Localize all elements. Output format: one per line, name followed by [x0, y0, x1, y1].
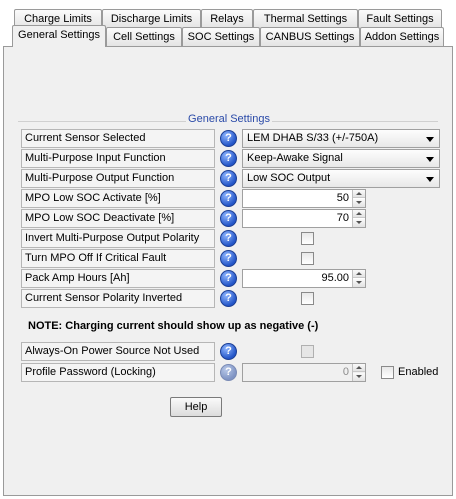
row-invert-mpo-polarity: Invert Multi-Purpose Output Polarity ? [4, 229, 454, 249]
current-sensor-dropdown[interactable]: LEM DHAB S/33 (+/-750A) [242, 129, 440, 148]
row-mpo-low-soc-activate: MPO Low SOC Activate [%] ? 50 [4, 189, 454, 209]
row-pack-amp-hours: Pack Amp Hours [Ah] ? 95.00 [4, 269, 454, 289]
dropdown-arrow-icon [426, 137, 434, 142]
mpi-function-dropdown[interactable]: Keep-Awake Signal [242, 149, 440, 168]
tab-general-settings[interactable]: General Settings [12, 25, 106, 47]
help-icon[interactable]: ? [220, 343, 237, 360]
spin-down-button[interactable] [353, 279, 365, 287]
settings-panel: General Settings Current Sensor Selected… [3, 46, 453, 496]
help-icon[interactable]: ? [220, 230, 237, 247]
tab-fault-settings[interactable]: Fault Settings [358, 9, 442, 28]
help-icon[interactable]: ? [220, 150, 237, 167]
spin-up-button[interactable] [353, 270, 365, 278]
group-title: General Settings [186, 113, 272, 125]
spin-down-button[interactable] [353, 373, 365, 381]
turn-mpo-off-label: Turn MPO Off If Critical Fault [21, 249, 215, 268]
spin-down-button[interactable] [353, 219, 365, 227]
spin-buttons [352, 210, 365, 227]
current-sensor-value: LEM DHAB S/33 (+/-750A) [247, 132, 379, 144]
mpo-low-soc-deactivate-value: 70 [336, 212, 349, 224]
help-icon[interactable]: ? [220, 250, 237, 267]
tab-strip: Charge Limits Discharge Limits Relays Th… [0, 0, 456, 47]
dropdown-arrow-icon [426, 177, 434, 182]
pack-amp-hours-spinbox[interactable]: 95.00 [242, 269, 366, 288]
current-sensor-label: Current Sensor Selected [21, 129, 215, 148]
help-icon[interactable]: ? [220, 130, 237, 147]
profile-password-value: 0 [342, 366, 349, 378]
mpi-function-value: Keep-Awake Signal [247, 152, 343, 164]
row-always-on-power: Always-On Power Source Not Used ? [4, 342, 454, 362]
always-on-power-checkbox[interactable] [301, 345, 314, 358]
mpo-low-soc-activate-spinbox[interactable]: 50 [242, 189, 366, 208]
help-icon[interactable]: ? [220, 364, 237, 381]
dropdown-arrow-icon [426, 157, 434, 162]
current-sensor-inverted-checkbox[interactable] [301, 292, 314, 305]
row-current-sensor-inverted: Current Sensor Polarity Inverted ? [4, 289, 454, 309]
tab-canbus-settings[interactable]: CANBUS Settings [260, 27, 360, 46]
invert-mpo-polarity-label: Invert Multi-Purpose Output Polarity [21, 229, 215, 248]
help-icon[interactable]: ? [220, 210, 237, 227]
always-on-power-label: Always-On Power Source Not Used [21, 342, 215, 361]
spin-up-button[interactable] [353, 210, 365, 218]
help-button[interactable]: Help [170, 397, 222, 417]
spin-buttons [352, 190, 365, 207]
password-enabled-label: Enabled [398, 366, 439, 378]
mpo-function-value: Low SOC Output [247, 172, 331, 184]
profile-password-label: Profile Password (Locking) [21, 363, 215, 382]
pack-amp-hours-value: 95.00 [321, 272, 349, 284]
tab-discharge-limits[interactable]: Discharge Limits [102, 9, 201, 28]
row-mpi-function: Multi-Purpose Input Function ? Keep-Awak… [4, 149, 454, 169]
row-profile-password: Profile Password (Locking) ? 0 Enabled [4, 363, 454, 383]
current-sensor-inverted-label: Current Sensor Polarity Inverted [21, 289, 215, 308]
spin-down-button[interactable] [353, 199, 365, 207]
invert-mpo-polarity-checkbox[interactable] [301, 232, 314, 245]
mpo-function-dropdown[interactable]: Low SOC Output [242, 169, 440, 188]
row-mpo-function: Multi-Purpose Output Function ? Low SOC … [4, 169, 454, 189]
mpo-function-label: Multi-Purpose Output Function [21, 169, 215, 188]
mpo-low-soc-deactivate-spinbox[interactable]: 70 [242, 209, 366, 228]
spin-buttons [352, 364, 365, 381]
spin-buttons [352, 270, 365, 287]
tab-cell-settings[interactable]: Cell Settings [106, 27, 182, 46]
profile-password-spinbox[interactable]: 0 [242, 363, 366, 382]
turn-mpo-off-checkbox[interactable] [301, 252, 314, 265]
help-icon[interactable]: ? [220, 270, 237, 287]
help-icon[interactable]: ? [220, 170, 237, 187]
tab-addon-settings[interactable]: Addon Settings [360, 27, 444, 46]
mpo-low-soc-activate-value: 50 [336, 192, 349, 204]
pack-amp-hours-label: Pack Amp Hours [Ah] [21, 269, 215, 288]
row-current-sensor: Current Sensor Selected ? LEM DHAB S/33 … [4, 129, 454, 149]
mpo-low-soc-deactivate-label: MPO Low SOC Deactivate [%] [21, 209, 215, 228]
mpi-function-label: Multi-Purpose Input Function [21, 149, 215, 168]
help-icon[interactable]: ? [220, 290, 237, 307]
help-icon[interactable]: ? [220, 190, 237, 207]
charging-note: NOTE: Charging current should show up as… [28, 320, 319, 332]
tab-thermal-settings[interactable]: Thermal Settings [253, 9, 358, 28]
mpo-low-soc-activate-label: MPO Low SOC Activate [%] [21, 189, 215, 208]
password-enabled-checkbox[interactable] [381, 366, 394, 379]
spin-up-button[interactable] [353, 190, 365, 198]
spin-up-button[interactable] [353, 364, 365, 372]
tab-soc-settings[interactable]: SOC Settings [182, 27, 260, 46]
row-turn-mpo-off: Turn MPO Off If Critical Fault ? [4, 249, 454, 269]
tab-relays[interactable]: Relays [201, 9, 253, 28]
row-mpo-low-soc-deactivate: MPO Low SOC Deactivate [%] ? 70 [4, 209, 454, 229]
